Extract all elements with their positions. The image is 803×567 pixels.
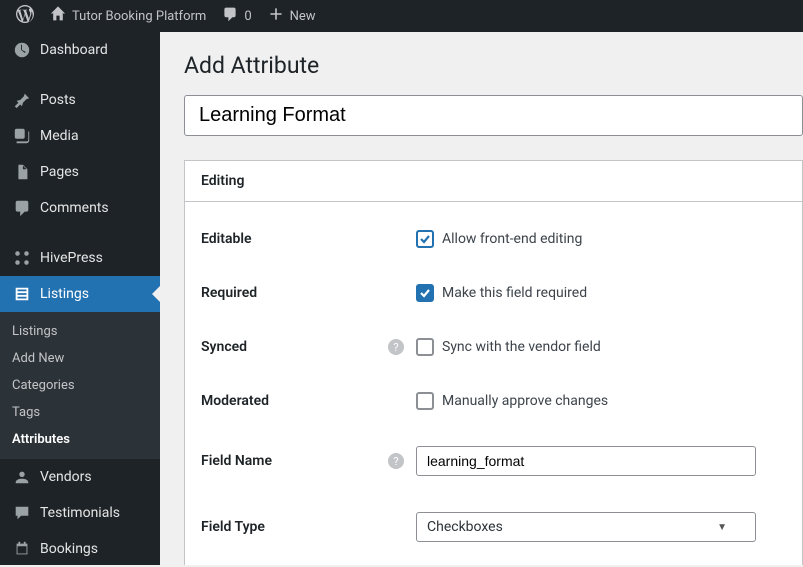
sidebar-item-listings[interactable]: Listings [0, 276, 160, 312]
sidebar-item-label: Posts [40, 92, 76, 108]
sidebar-item-label: Testimonials [40, 505, 120, 521]
comment-icon [12, 198, 32, 218]
vendors-icon [12, 467, 32, 487]
panel-heading: Editing [185, 161, 802, 202]
checkbox-required[interactable] [416, 284, 434, 302]
home-icon [50, 6, 66, 26]
comments-link[interactable]: 0 [214, 0, 259, 32]
sidebar-item-testimonials[interactable]: Testimonials [0, 495, 160, 531]
row-moderated: Moderated Manually approve changes [201, 374, 786, 428]
label-editable: Editable [201, 231, 416, 247]
help-icon[interactable]: ? [388, 453, 404, 469]
checkbox-synced[interactable] [416, 338, 434, 356]
pin-icon [12, 90, 32, 110]
sidebar-item-label: Dashboard [40, 42, 108, 58]
sidebar-item-bookings[interactable]: Bookings [0, 531, 160, 567]
row-synced: Synced? Sync with the vendor field [201, 320, 786, 374]
sidebar-item-label: Listings [40, 286, 89, 302]
testimonials-icon [12, 503, 32, 523]
label-moderated: Moderated [201, 393, 416, 409]
sidebar-item-label: Vendors [40, 469, 92, 485]
main-content: Add Attribute Editing Editable Allow fro… [160, 32, 803, 565]
field-type-value: Checkboxes [427, 519, 503, 535]
field-name-input[interactable] [416, 446, 756, 476]
label-field-type: Field Type [201, 519, 416, 535]
submenu-item-categories[interactable]: Categories [0, 372, 160, 399]
checkbox-synced-label: Sync with the vendor field [442, 339, 601, 355]
row-editable: Editable Allow front-end editing [201, 212, 786, 266]
field-type-select[interactable]: Checkboxes ▼ [416, 512, 756, 542]
wp-logo[interactable] [8, 0, 42, 32]
site-home-link[interactable]: Tutor Booking Platform [42, 0, 214, 32]
label-required: Required [201, 285, 416, 301]
comment-icon [222, 6, 238, 26]
editing-panel: Editing Editable Allow front-end editing… [184, 160, 803, 565]
sidebar-item-label: HivePress [40, 250, 103, 266]
sidebar-item-label: Bookings [40, 541, 98, 557]
checkbox-editable-label: Allow front-end editing [442, 231, 582, 247]
submenu-item-listings[interactable]: Listings [0, 318, 160, 345]
submenu-item-attributes[interactable]: Attributes [0, 426, 160, 453]
calendar-icon [12, 539, 32, 559]
new-content-link[interactable]: New [260, 0, 324, 32]
page-icon [12, 162, 32, 182]
checkbox-moderated-label: Manually approve changes [442, 393, 608, 409]
sidebar-item-label: Comments [40, 200, 109, 216]
sidebar-item-label: Media [40, 128, 79, 144]
site-name: Tutor Booking Platform [72, 9, 206, 24]
admin-toolbar: Tutor Booking Platform 0 New [0, 0, 803, 32]
plus-icon [268, 6, 284, 26]
checkbox-moderated[interactable] [416, 392, 434, 410]
row-required: Required Make this field required [201, 266, 786, 320]
wordpress-icon [16, 5, 34, 27]
sidebar-item-dashboard[interactable]: Dashboard [0, 32, 160, 68]
hivepress-icon [12, 248, 32, 268]
sidebar-item-hivepress[interactable]: HivePress [0, 240, 160, 276]
comments-count: 0 [244, 9, 251, 24]
attribute-title-input[interactable] [184, 95, 803, 136]
chevron-down-icon: ▼ [717, 522, 727, 533]
row-field-type: Field Type Checkboxes ▼ [201, 494, 786, 560]
sidebar-item-pages[interactable]: Pages [0, 154, 160, 190]
help-icon[interactable]: ? [388, 339, 404, 355]
sidebar-item-comments[interactable]: Comments [0, 190, 160, 226]
sidebar-item-posts[interactable]: Posts [0, 82, 160, 118]
sidebar-item-label: Pages [40, 164, 79, 180]
listings-icon [12, 284, 32, 304]
dashboard-icon [12, 40, 32, 60]
submenu-item-add-new[interactable]: Add New [0, 345, 160, 372]
sidebar-submenu: Listings Add New Categories Tags Attribu… [0, 312, 160, 459]
label-field-name: Field Name? [201, 453, 416, 469]
row-field-name: Field Name? [201, 428, 786, 494]
sidebar-item-media[interactable]: Media [0, 118, 160, 154]
checkbox-required-label: Make this field required [442, 285, 587, 301]
checkbox-editable[interactable] [416, 230, 434, 248]
page-title: Add Attribute [184, 52, 803, 79]
media-icon [12, 126, 32, 146]
submenu-item-tags[interactable]: Tags [0, 399, 160, 426]
admin-sidebar: Dashboard Posts Media Pages Comments Hiv… [0, 32, 160, 565]
new-label: New [290, 9, 316, 24]
sidebar-item-vendors[interactable]: Vendors [0, 459, 160, 495]
label-synced: Synced? [201, 339, 416, 355]
